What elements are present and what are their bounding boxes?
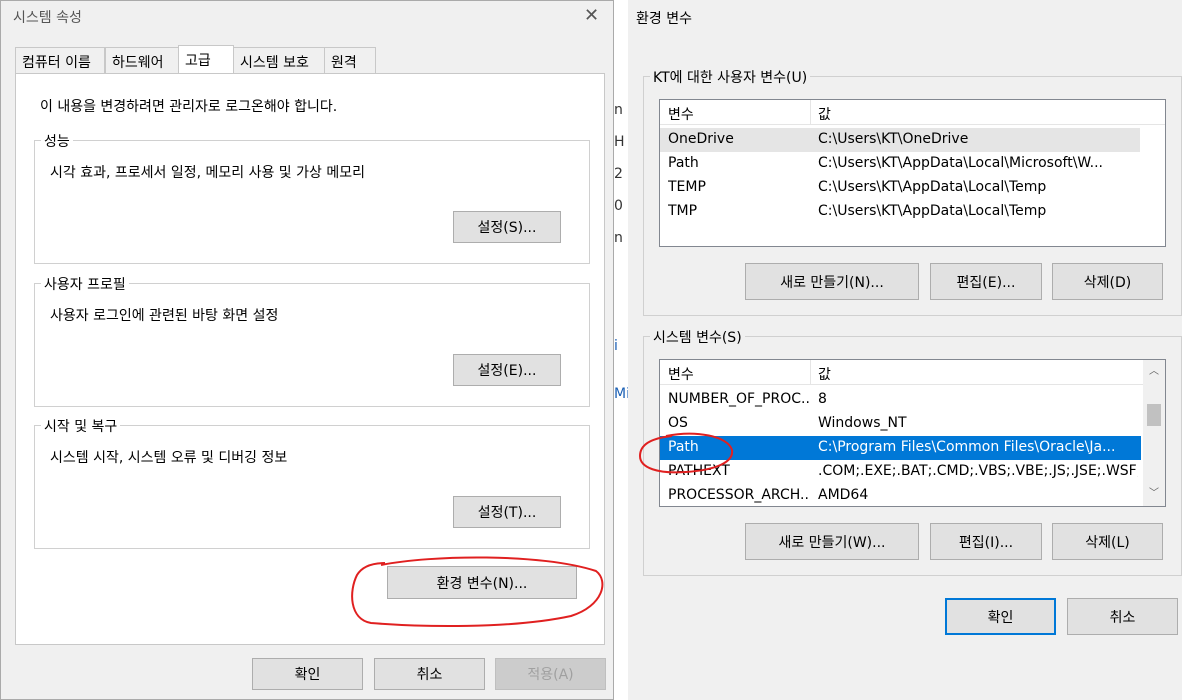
tab-hardware[interactable]: 하드웨어 (105, 47, 179, 73)
list-item[interactable]: TEMP C:\Users\KT\AppData\Local\Temp (660, 176, 1140, 200)
startup-recovery-group: 시작 및 복구 시스템 시작, 시스템 오류 및 디버깅 정보 설정(T)... (34, 416, 590, 549)
startup-recovery-settings-button[interactable]: 설정(T)... (453, 496, 561, 528)
env-cancel-button[interactable]: 취소 (1067, 598, 1178, 635)
tab-computer-name[interactable]: 컴퓨터 이름 (15, 47, 105, 73)
user-profile-settings-button[interactable]: 설정(E)... (453, 354, 561, 386)
close-icon[interactable]: ✕ (584, 5, 599, 26)
background-text-fragment: n (614, 230, 623, 246)
system-properties-window: 시스템 속성 ✕ 컴퓨터 이름 하드웨어 고급 시스템 보호 원격 이 내용을 … (0, 0, 614, 700)
list-item[interactable]: PROCESSOR_ARCH... AMD64 (660, 484, 1141, 506)
column-header-value[interactable]: 값 (818, 364, 831, 384)
user-profile-description: 사용자 로그인에 관련된 바탕 화면 설정 (50, 308, 279, 324)
chevron-up-icon[interactable]: ︿ (1143, 362, 1165, 382)
list-item[interactable]: NUMBER_OF_PROC... 8 (660, 388, 1141, 412)
user-new-button[interactable]: 새로 만들기(N)... (745, 263, 919, 300)
background-window-strip: n H 2 0 n i Mi (614, 0, 629, 700)
user-profile-legend: 사용자 프로필 (41, 274, 129, 294)
performance-group: 성능 시각 효과, 프로세서 일정, 메모리 사용 및 가상 메모리 설정(S)… (34, 131, 590, 264)
user-variables-list[interactable]: 변수 값 OneDrive C:\Users\KT\OneDrive Path … (659, 99, 1166, 247)
window-title: 환경 변수 (636, 11, 692, 27)
background-text-fragment: 2 (614, 166, 623, 182)
window-title: 시스템 속성 (13, 10, 82, 26)
background-text-fragment: n (614, 102, 623, 118)
column-header-value[interactable]: 값 (818, 104, 831, 124)
user-variables-legend: KT에 대한 사용자 변수(U) (650, 67, 811, 87)
column-header-variable[interactable]: 변수 (668, 104, 694, 124)
performance-legend: 성능 (41, 131, 73, 151)
apply-button[interactable]: 적용(A) (495, 658, 606, 690)
user-edit-button[interactable]: 편집(E)... (930, 263, 1042, 300)
tab-system-protection[interactable]: 시스템 보호 (233, 47, 325, 73)
background-text-fragment: H (614, 134, 625, 150)
background-text-fragment: 0 (614, 198, 623, 214)
column-header-variable[interactable]: 변수 (668, 364, 694, 384)
chevron-down-icon[interactable]: ﹀ (1143, 484, 1165, 504)
system-edit-button[interactable]: 편집(I)... (930, 523, 1042, 560)
system-new-button[interactable]: 새로 만들기(W)... (745, 523, 919, 560)
tab-advanced[interactable]: 고급 (178, 45, 234, 75)
environment-variables-window: 환경 변수 KT에 대한 사용자 변수(U) 변수 값 OneDrive C:\… (628, 0, 1182, 700)
red-circle-annotation (351, 556, 604, 628)
performance-settings-button[interactable]: 설정(S)... (453, 211, 561, 243)
cancel-button[interactable]: 취소 (374, 658, 485, 690)
startup-recovery-legend: 시작 및 복구 (41, 416, 121, 436)
ok-button[interactable]: 확인 (252, 658, 363, 690)
system-variables-legend: 시스템 변수(S) (650, 327, 745, 347)
env-ok-button[interactable]: 확인 (945, 598, 1056, 635)
list-item[interactable]: OneDrive C:\Users\KT\OneDrive (660, 128, 1140, 152)
background-text-fragment: Mi (614, 386, 629, 402)
performance-description: 시각 효과, 프로세서 일정, 메모리 사용 및 가상 메모리 (50, 165, 365, 181)
tab-remote[interactable]: 원격 (324, 47, 376, 73)
scrollbar-thumb[interactable] (1147, 404, 1161, 426)
admin-note: 이 내용을 변경하려면 관리자로 로그온해야 합니다. (40, 99, 338, 115)
list-item[interactable]: TMP C:\Users\KT\AppData\Local\Temp (660, 200, 1140, 224)
system-delete-button[interactable]: 삭제(L) (1052, 523, 1163, 560)
list-header: 변수 값 (660, 100, 1165, 125)
red-circle-annotation (638, 432, 734, 474)
user-profile-group: 사용자 프로필 사용자 로그인에 관련된 바탕 화면 설정 설정(E)... (34, 274, 590, 407)
list-item[interactable]: Path C:\Users\KT\AppData\Local\Microsoft… (660, 152, 1140, 176)
vertical-scrollbar[interactable]: ︿ ﹀ (1143, 360, 1165, 506)
startup-recovery-description: 시스템 시작, 시스템 오류 및 디버깅 정보 (50, 450, 288, 466)
list-header: 변수 값 (660, 360, 1165, 385)
background-text-fragment: i (614, 338, 618, 354)
user-delete-button[interactable]: 삭제(D) (1052, 263, 1163, 300)
user-variables-group: KT에 대한 사용자 변수(U) 변수 값 OneDrive C:\Users\… (643, 67, 1182, 316)
